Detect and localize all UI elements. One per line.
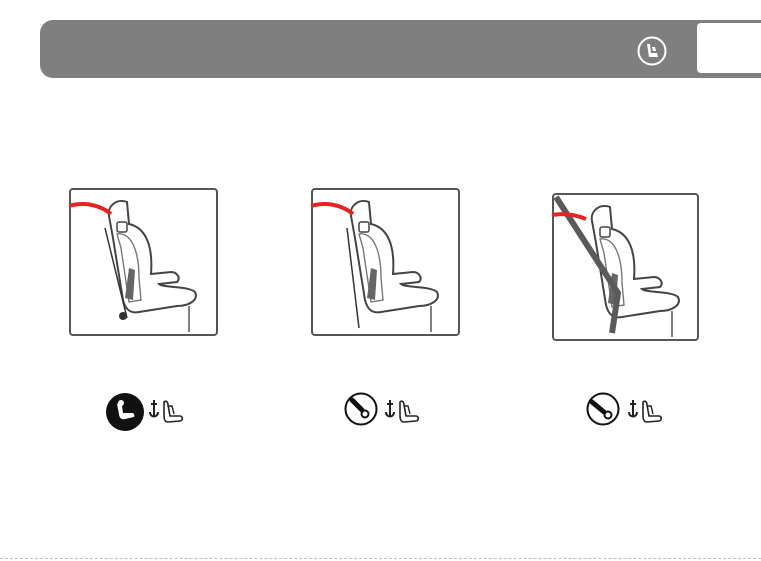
figure-panel-c [552, 193, 699, 341]
figure-panel-b [311, 188, 460, 336]
belt-through-guide-icon [586, 392, 620, 431]
isofix-anchor-seat-icon [384, 396, 422, 433]
figure-panel-a [69, 188, 218, 336]
belt-buckle-icon [344, 392, 378, 431]
car-seat-side-icon [637, 36, 667, 66]
page-tab-box [697, 23, 761, 73]
isofix-child-seat-icon [105, 392, 145, 437]
isofix-anchor-seat-icon [148, 396, 186, 433]
isofix-anchor-seat-icon [627, 396, 665, 433]
bottom-divider [0, 558, 761, 559]
